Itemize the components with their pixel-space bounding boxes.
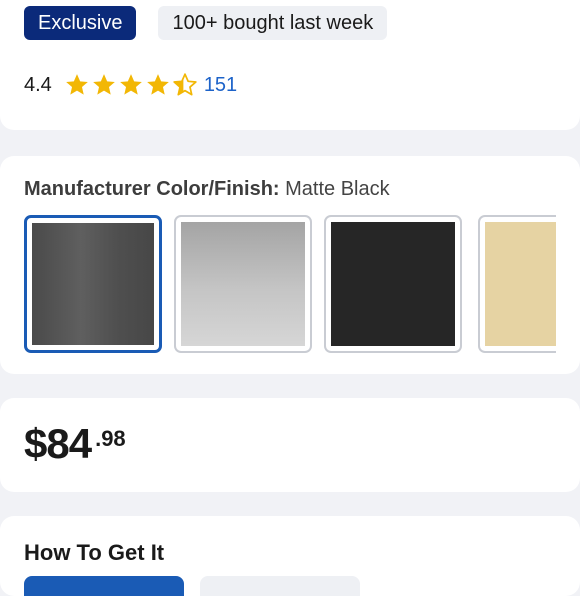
star-full-icon <box>65 74 88 95</box>
fulfillment-option-selected[interactable] <box>24 576 184 596</box>
swatch-image <box>485 222 556 346</box>
badge-row: Exclusive 100+ bought last week <box>24 6 388 40</box>
swatch-image <box>181 222 305 346</box>
color-finish-label: Manufacturer Color/Finish: Matte Black <box>24 178 390 201</box>
swatch-brushed-nickel[interactable] <box>174 215 312 353</box>
fulfillment-option[interactable] <box>200 576 360 596</box>
price-cents: .98 <box>95 426 126 451</box>
exclusive-badge: Exclusive <box>24 6 137 40</box>
price-card: $84 .98 <box>0 398 580 492</box>
product-summary-card: Exclusive 100+ bought last week 4.4 151 <box>0 0 580 130</box>
rating-stars <box>64 72 198 98</box>
price: $84 .98 <box>24 420 126 468</box>
price-dollars: $84 <box>24 420 92 467</box>
swatch-image <box>32 223 154 345</box>
fulfillment-card: How To Get It <box>0 516 580 596</box>
color-finish-heading: Manufacturer Color/Finish: <box>24 178 280 200</box>
how-to-get-it-title: How To Get It <box>24 540 165 565</box>
swatch-black[interactable] <box>324 215 462 353</box>
swatch-image <box>331 222 455 346</box>
color-finish-card: Manufacturer Color/Finish: Matte Black <box>0 156 580 374</box>
review-count-link[interactable]: 151 <box>204 74 237 97</box>
swatch-champagne-bronze[interactable] <box>478 215 556 353</box>
star-full-icon <box>119 74 142 95</box>
swatch-list <box>24 215 462 353</box>
swatch-matte-black[interactable] <box>24 215 162 353</box>
bought-badge: 100+ bought last week <box>158 6 388 40</box>
rating-row[interactable]: 4.4 151 <box>24 72 237 98</box>
swatch-overflow-clip <box>478 215 556 353</box>
star-full-icon <box>146 74 169 95</box>
star-partial-icon <box>173 73 197 96</box>
star-full-icon <box>92 74 115 95</box>
rating-value: 4.4 <box>24 73 52 96</box>
color-finish-selected: Matte Black <box>285 178 390 200</box>
